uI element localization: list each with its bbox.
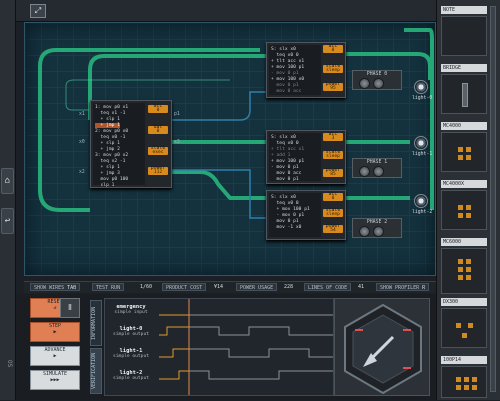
light-1-label: light-1 [412, 152, 433, 157]
light-0-lamp [414, 80, 428, 94]
knob-icon[interactable] [373, 166, 384, 177]
light-0-label: light-0 [412, 96, 433, 101]
light-2-label: light-2 [412, 210, 433, 215]
signal-device-preview [334, 298, 430, 396]
status-bar [24, 281, 436, 293]
port-x3: x3 [174, 140, 180, 145]
part-mc6000[interactable] [441, 248, 487, 294]
part-mc4000x-label: MC4000X [441, 180, 487, 188]
light-1-lamp [414, 136, 428, 150]
register-power: power 112 [148, 166, 168, 175]
knob-icon[interactable] [359, 226, 370, 237]
device-hexagon-icon [344, 303, 422, 395]
signal-light-2: light-2 simple output [113, 370, 149, 381]
signal-light-0: light-0 simple output [113, 326, 149, 337]
register-acc: acc 0 [323, 192, 343, 201]
game-logo: OS [6, 360, 13, 368]
knob-icon[interactable] [359, 166, 370, 177]
part-note-label: NOTE [441, 6, 487, 14]
light-2-lamp [414, 194, 428, 208]
part-dx300-label: DX300 [441, 298, 487, 306]
advance-icon: ▶ [53, 353, 57, 359]
knob-icon[interactable] [359, 78, 370, 89]
part-note[interactable] [441, 16, 487, 56]
step-button[interactable]: STEP ▶ [30, 322, 80, 342]
signal-light-1: light-1 simple output [113, 348, 149, 359]
port-p1: p1 [174, 112, 180, 117]
chip-1-code[interactable]: 1: mov p0 x1 teq x1 -1 + slp 1 + jmp 1 2… [93, 103, 145, 188]
part-mc4000-label: MC4000 [441, 122, 487, 130]
show-profiler-button[interactable]: SHOW PROFILER R [376, 283, 430, 291]
register-power: power 85 [323, 168, 343, 177]
reset-icon: ↺ [53, 305, 57, 311]
part-mc4000x[interactable] [441, 190, 487, 230]
register-acc: acc 0 [323, 44, 343, 53]
part-dx300[interactable] [441, 308, 487, 348]
product-cost-label: PRODUCT COST [162, 283, 207, 291]
port-x1: x1 [79, 112, 85, 117]
waveform-plot [159, 299, 333, 395]
product-cost-value: ¥14 [214, 284, 224, 290]
part-100p14[interactable] [441, 366, 487, 398]
simulate-icon: ▶▶▶ [50, 377, 60, 383]
advance-button[interactable]: ADVANCE ▶ [30, 346, 80, 366]
knob-icon[interactable] [373, 226, 384, 237]
mc-chip-4[interactable]: S: slx x0 teq x0 0 + mov 100 p1 - mov 0 … [266, 190, 346, 240]
lines-of-code-label: LINES OF CODE [304, 283, 352, 291]
part-bridge[interactable] [441, 74, 487, 114]
register-state: state sleep [323, 64, 343, 73]
register-power: power 54 [323, 224, 343, 233]
simulate-button[interactable]: SIMULATE ▶▶▶ [30, 370, 80, 390]
chip-3-code[interactable]: S: slx x0 teq x0 0 + tlt acc x1 + add 1 … [269, 133, 321, 182]
mc-chip-3[interactable]: S: slx x0 teq x0 0 + tlt acc x1 + add 1 … [266, 130, 346, 184]
lines-of-code-value: 41 [358, 284, 365, 290]
signal-emergency: emergency simple input [114, 304, 148, 315]
verification-waveforms: emergency simple input light-0 simple outp… [104, 298, 334, 396]
show-wires-button[interactable]: SHOW WIRES TAB [30, 283, 81, 291]
test-run-value: 1/60 [140, 284, 153, 290]
register-dat: dat 0 [148, 125, 168, 134]
power-usage-value: 228 [284, 284, 294, 290]
register-acc: acc 0 [148, 104, 168, 113]
power-usage-label: POWER USAGE [236, 283, 278, 291]
part-mc6000-label: MC6000 [441, 238, 487, 246]
chip-2-code[interactable]: S: slx x0 teq x0 0 + tlt acc x1 + mov 10… [269, 45, 321, 95]
mc-chip-1[interactable]: 1: mov p0 x1 teq x1 -1 + slp 1 + jmp 1 2… [90, 100, 172, 188]
part-100p14-label: 100P14 [441, 356, 487, 364]
parts-scrollbar[interactable] [490, 6, 496, 392]
bridge-icon [462, 83, 468, 107]
phase-0-component[interactable]: PHASE 0 [352, 70, 402, 90]
port-x2: x2 [79, 170, 85, 175]
knob-icon[interactable] [373, 78, 384, 89]
phase-2-component[interactable]: PHASE 2 [352, 218, 402, 238]
register-state: state sleep [323, 150, 343, 159]
step-icon: ▶ [53, 329, 57, 335]
register-state: state sleep [323, 208, 343, 217]
mc-chip-2[interactable]: S: slx x0 teq x0 0 + tlt acc x1 + mov 10… [266, 42, 346, 98]
part-mc4000[interactable] [441, 132, 487, 172]
chip-4-code[interactable]: S: slx x0 teq x0 0 + mov 100 p1 - mov 0 … [269, 193, 321, 237]
register-acc: acc 3 [323, 132, 343, 141]
test-run-label: TEST RUN [92, 283, 125, 291]
tab-verification[interactable]: VERIFICATION [90, 348, 102, 394]
port-x0: x0 [79, 140, 85, 145]
register-state: state exec [148, 146, 168, 155]
phase-1-component[interactable]: PHASE 1 [352, 158, 402, 178]
tab-information[interactable]: INFORMATION [90, 300, 102, 346]
pause-icon[interactable]: Ⅱ [60, 298, 80, 318]
part-bridge-label: BRIDGE [441, 64, 487, 72]
register-power: power 95 [323, 82, 343, 91]
